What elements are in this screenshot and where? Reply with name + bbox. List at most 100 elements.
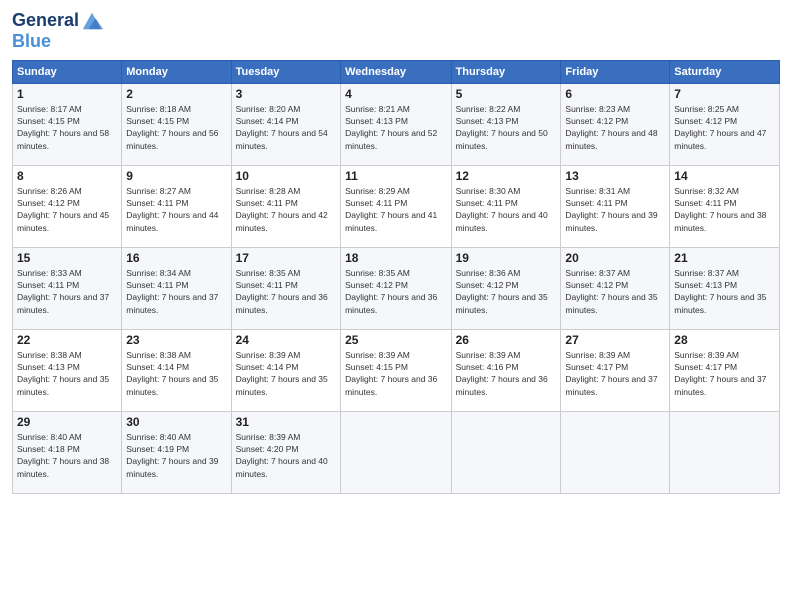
day-number: 19	[456, 251, 557, 265]
calendar-cell: 10 Sunrise: 8:28 AMSunset: 4:11 PMDaylig…	[231, 165, 340, 247]
calendar-cell: 2 Sunrise: 8:18 AMSunset: 4:15 PMDayligh…	[122, 83, 231, 165]
calendar-cell	[341, 411, 451, 493]
calendar-week-row: 8 Sunrise: 8:26 AMSunset: 4:12 PMDayligh…	[13, 165, 780, 247]
calendar-cell	[451, 411, 561, 493]
calendar-cell: 26 Sunrise: 8:39 AMSunset: 4:16 PMDaylig…	[451, 329, 561, 411]
calendar-cell: 22 Sunrise: 8:38 AMSunset: 4:13 PMDaylig…	[13, 329, 122, 411]
day-info: Sunrise: 8:31 AMSunset: 4:11 PMDaylight:…	[565, 186, 657, 233]
logo: General Blue	[12, 10, 103, 52]
day-number: 21	[674, 251, 775, 265]
day-number: 2	[126, 87, 226, 101]
calendar-week-row: 1 Sunrise: 8:17 AMSunset: 4:15 PMDayligh…	[13, 83, 780, 165]
day-number: 3	[236, 87, 336, 101]
calendar-cell: 15 Sunrise: 8:33 AMSunset: 4:11 PMDaylig…	[13, 247, 122, 329]
day-info: Sunrise: 8:33 AMSunset: 4:11 PMDaylight:…	[17, 268, 109, 315]
calendar-cell: 23 Sunrise: 8:38 AMSunset: 4:14 PMDaylig…	[122, 329, 231, 411]
day-number: 30	[126, 415, 226, 429]
calendar-cell: 24 Sunrise: 8:39 AMSunset: 4:14 PMDaylig…	[231, 329, 340, 411]
day-number: 29	[17, 415, 117, 429]
day-number: 26	[456, 333, 557, 347]
calendar-cell: 29 Sunrise: 8:40 AMSunset: 4:18 PMDaylig…	[13, 411, 122, 493]
day-info: Sunrise: 8:39 AMSunset: 4:16 PMDaylight:…	[456, 350, 548, 397]
calendar-table: SundayMondayTuesdayWednesdayThursdayFrid…	[12, 60, 780, 494]
calendar-cell: 5 Sunrise: 8:22 AMSunset: 4:13 PMDayligh…	[451, 83, 561, 165]
day-info: Sunrise: 8:22 AMSunset: 4:13 PMDaylight:…	[456, 104, 548, 151]
day-info: Sunrise: 8:37 AMSunset: 4:12 PMDaylight:…	[565, 268, 657, 315]
day-info: Sunrise: 8:23 AMSunset: 4:12 PMDaylight:…	[565, 104, 657, 151]
day-info: Sunrise: 8:17 AMSunset: 4:15 PMDaylight:…	[17, 104, 109, 151]
calendar-cell: 20 Sunrise: 8:37 AMSunset: 4:12 PMDaylig…	[561, 247, 670, 329]
calendar-cell: 3 Sunrise: 8:20 AMSunset: 4:14 PMDayligh…	[231, 83, 340, 165]
day-info: Sunrise: 8:35 AMSunset: 4:11 PMDaylight:…	[236, 268, 328, 315]
day-info: Sunrise: 8:40 AMSunset: 4:19 PMDaylight:…	[126, 432, 218, 479]
day-info: Sunrise: 8:29 AMSunset: 4:11 PMDaylight:…	[345, 186, 437, 233]
weekday-header: Tuesday	[231, 60, 340, 83]
day-info: Sunrise: 8:37 AMSunset: 4:13 PMDaylight:…	[674, 268, 766, 315]
calendar-cell: 1 Sunrise: 8:17 AMSunset: 4:15 PMDayligh…	[13, 83, 122, 165]
day-info: Sunrise: 8:20 AMSunset: 4:14 PMDaylight:…	[236, 104, 328, 151]
day-number: 1	[17, 87, 117, 101]
day-info: Sunrise: 8:39 AMSunset: 4:14 PMDaylight:…	[236, 350, 328, 397]
day-info: Sunrise: 8:28 AMSunset: 4:11 PMDaylight:…	[236, 186, 328, 233]
day-number: 4	[345, 87, 446, 101]
calendar-cell: 19 Sunrise: 8:36 AMSunset: 4:12 PMDaylig…	[451, 247, 561, 329]
weekday-header: Thursday	[451, 60, 561, 83]
day-info: Sunrise: 8:26 AMSunset: 4:12 PMDaylight:…	[17, 186, 109, 233]
calendar-cell: 27 Sunrise: 8:39 AMSunset: 4:17 PMDaylig…	[561, 329, 670, 411]
day-info: Sunrise: 8:36 AMSunset: 4:12 PMDaylight:…	[456, 268, 548, 315]
weekday-header: Monday	[122, 60, 231, 83]
calendar-cell: 11 Sunrise: 8:29 AMSunset: 4:11 PMDaylig…	[341, 165, 451, 247]
calendar-cell: 9 Sunrise: 8:27 AMSunset: 4:11 PMDayligh…	[122, 165, 231, 247]
day-info: Sunrise: 8:30 AMSunset: 4:11 PMDaylight:…	[456, 186, 548, 233]
day-info: Sunrise: 8:39 AMSunset: 4:17 PMDaylight:…	[674, 350, 766, 397]
calendar-week-row: 29 Sunrise: 8:40 AMSunset: 4:18 PMDaylig…	[13, 411, 780, 493]
calendar-cell: 7 Sunrise: 8:25 AMSunset: 4:12 PMDayligh…	[670, 83, 780, 165]
day-number: 5	[456, 87, 557, 101]
day-number: 31	[236, 415, 336, 429]
day-info: Sunrise: 8:21 AMSunset: 4:13 PMDaylight:…	[345, 104, 437, 151]
logo-text2: Blue	[12, 32, 103, 52]
day-number: 28	[674, 333, 775, 347]
day-info: Sunrise: 8:18 AMSunset: 4:15 PMDaylight:…	[126, 104, 218, 151]
calendar-cell: 18 Sunrise: 8:35 AMSunset: 4:12 PMDaylig…	[341, 247, 451, 329]
weekday-header: Wednesday	[341, 60, 451, 83]
day-number: 12	[456, 169, 557, 183]
calendar-cell: 8 Sunrise: 8:26 AMSunset: 4:12 PMDayligh…	[13, 165, 122, 247]
calendar-cell: 30 Sunrise: 8:40 AMSunset: 4:19 PMDaylig…	[122, 411, 231, 493]
day-info: Sunrise: 8:34 AMSunset: 4:11 PMDaylight:…	[126, 268, 218, 315]
weekday-header: Saturday	[670, 60, 780, 83]
day-number: 11	[345, 169, 446, 183]
calendar-cell: 12 Sunrise: 8:30 AMSunset: 4:11 PMDaylig…	[451, 165, 561, 247]
day-info: Sunrise: 8:39 AMSunset: 4:20 PMDaylight:…	[236, 432, 328, 479]
weekday-header: Friday	[561, 60, 670, 83]
day-info: Sunrise: 8:25 AMSunset: 4:12 PMDaylight:…	[674, 104, 766, 151]
main-container: General Blue SundayMondayTuesdayWednesda…	[0, 0, 792, 502]
calendar-cell	[670, 411, 780, 493]
day-number: 23	[126, 333, 226, 347]
calendar-cell: 16 Sunrise: 8:34 AMSunset: 4:11 PMDaylig…	[122, 247, 231, 329]
day-info: Sunrise: 8:35 AMSunset: 4:12 PMDaylight:…	[345, 268, 437, 315]
calendar-cell: 13 Sunrise: 8:31 AMSunset: 4:11 PMDaylig…	[561, 165, 670, 247]
logo-icon	[81, 10, 103, 32]
day-info: Sunrise: 8:39 AMSunset: 4:15 PMDaylight:…	[345, 350, 437, 397]
weekday-header: Sunday	[13, 60, 122, 83]
day-info: Sunrise: 8:32 AMSunset: 4:11 PMDaylight:…	[674, 186, 766, 233]
calendar-cell: 31 Sunrise: 8:39 AMSunset: 4:20 PMDaylig…	[231, 411, 340, 493]
header-row: General Blue	[12, 10, 780, 52]
day-info: Sunrise: 8:38 AMSunset: 4:13 PMDaylight:…	[17, 350, 109, 397]
calendar-cell: 17 Sunrise: 8:35 AMSunset: 4:11 PMDaylig…	[231, 247, 340, 329]
day-number: 22	[17, 333, 117, 347]
day-info: Sunrise: 8:39 AMSunset: 4:17 PMDaylight:…	[565, 350, 657, 397]
day-number: 24	[236, 333, 336, 347]
calendar-cell: 4 Sunrise: 8:21 AMSunset: 4:13 PMDayligh…	[341, 83, 451, 165]
day-number: 16	[126, 251, 226, 265]
day-number: 6	[565, 87, 665, 101]
day-number: 8	[17, 169, 117, 183]
day-number: 9	[126, 169, 226, 183]
day-info: Sunrise: 8:27 AMSunset: 4:11 PMDaylight:…	[126, 186, 218, 233]
day-number: 14	[674, 169, 775, 183]
day-number: 27	[565, 333, 665, 347]
calendar-cell: 25 Sunrise: 8:39 AMSunset: 4:15 PMDaylig…	[341, 329, 451, 411]
logo-text: General	[12, 11, 79, 31]
day-number: 18	[345, 251, 446, 265]
